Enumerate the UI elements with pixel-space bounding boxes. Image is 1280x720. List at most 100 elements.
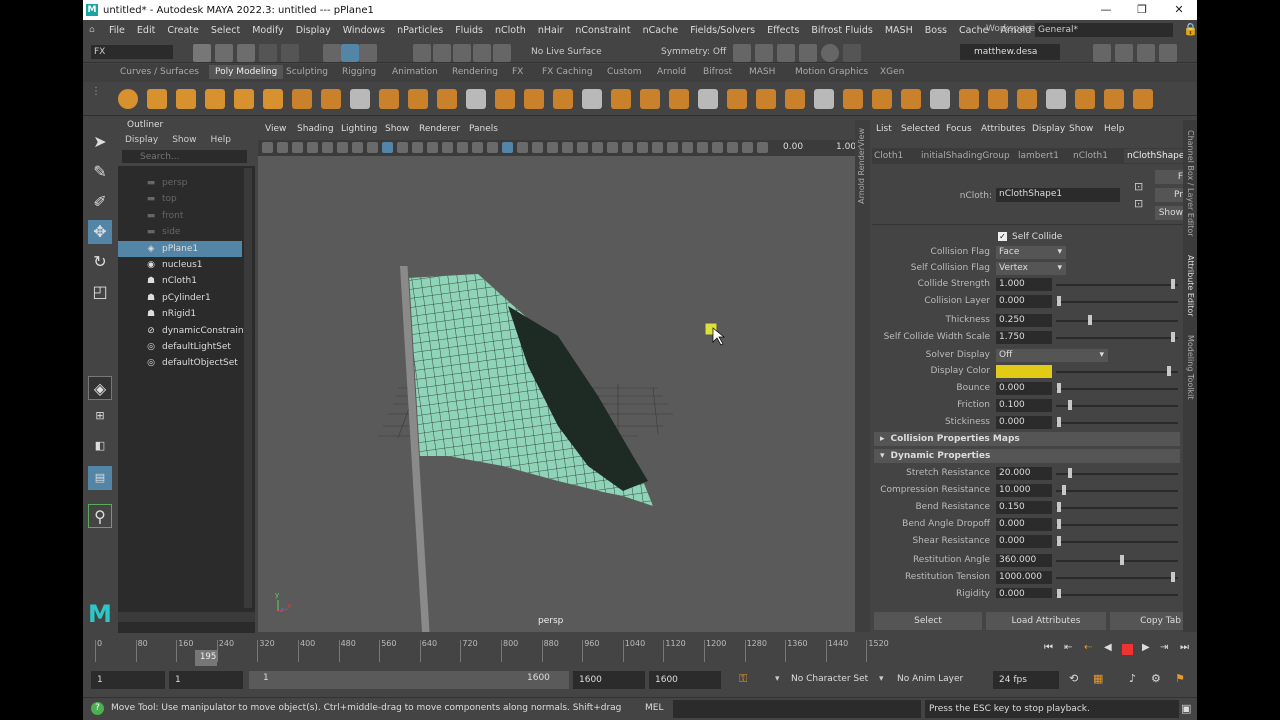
viewport-menu-shading[interactable]: Shading	[297, 124, 334, 134]
step-forward-frame-icon[interactable]: ▶	[1142, 642, 1150, 653]
torus-icon[interactable]	[234, 89, 254, 109]
shelf-tab-curves-surfaces[interactable]: Curves / Surfaces	[120, 67, 199, 77]
outliner-item-defaultlightset[interactable]: ◎ defaultLightSet	[118, 339, 242, 355]
sphere-icon[interactable]	[118, 89, 138, 109]
outliner-item-ncloth1[interactable]: ☗ nCloth1	[118, 273, 242, 289]
planar-uv-icon[interactable]	[1046, 89, 1066, 109]
stretch-resistance-field[interactable]: 20.000	[996, 467, 1052, 480]
viewport-tool-32-icon[interactable]	[727, 142, 738, 153]
help-icon[interactable]: ?	[91, 702, 104, 715]
viewport-menu-renderer[interactable]: Renderer	[419, 124, 460, 134]
shear-resistance-slider-handle[interactable]	[1057, 536, 1061, 546]
outliner-horizontal-scrollbar[interactable]	[118, 612, 255, 622]
viewport-tool-19-icon[interactable]	[532, 142, 543, 153]
self-collide-width-scale-slider[interactable]	[1056, 337, 1178, 339]
compression-resistance-field[interactable]: 10.000	[996, 484, 1052, 497]
boolean-icon[interactable]	[640, 89, 660, 109]
ae-menu-list[interactable]: List	[876, 124, 892, 134]
auto-uv-icon[interactable]	[1075, 89, 1095, 109]
menu-windows[interactable]: Windows	[337, 25, 391, 36]
display-color-swatch[interactable]	[996, 365, 1052, 378]
stickiness-field[interactable]: 0.000	[996, 416, 1052, 429]
undo-icon[interactable]	[259, 44, 277, 62]
viewport-tool-26-icon[interactable]	[637, 142, 648, 153]
viewport-tool-14-icon[interactable]	[457, 142, 468, 153]
outliner-menu-help[interactable]: Help	[210, 132, 231, 148]
viewport-tool-2-icon[interactable]	[277, 142, 288, 153]
target-weld-icon[interactable]	[988, 89, 1008, 109]
viewport-tool-23-icon[interactable]	[592, 142, 603, 153]
self-collide-checkbox[interactable]: ✓	[998, 232, 1007, 241]
collide-strength-slider-handle[interactable]	[1171, 279, 1175, 289]
shelf-tab-mash[interactable]: MASH	[749, 67, 775, 77]
mel-label[interactable]: MEL	[645, 703, 663, 713]
outliner-layout-icon[interactable]: ▤	[88, 466, 112, 490]
multi-cut-icon[interactable]	[495, 89, 515, 109]
insert-loop-icon[interactable]	[930, 89, 950, 109]
restitution-angle-field[interactable]: 360.000	[996, 554, 1052, 567]
hypershade-icon[interactable]	[799, 44, 817, 62]
attribute-editor-tab[interactable]: Attribute Editor	[1186, 255, 1195, 317]
play-backwards-icon[interactable]: ◀	[1104, 642, 1112, 653]
shear-resistance-field[interactable]: 0.000	[996, 535, 1052, 548]
cube-icon[interactable]	[147, 89, 167, 109]
menu-mash[interactable]: MASH	[879, 25, 919, 36]
viewport-tool-20-icon[interactable]	[547, 142, 558, 153]
superellipse-icon[interactable]	[379, 89, 399, 109]
save-scene-icon[interactable]	[237, 44, 255, 62]
channel-box-icon[interactable]	[1159, 44, 1177, 62]
platonic-icon[interactable]	[321, 89, 341, 109]
focus-icon[interactable]: ⊡	[1134, 180, 1143, 193]
ae-tab-cloth1[interactable]: Cloth1	[874, 151, 903, 161]
outliner-item-nrigid1[interactable]: ☗ nRigid1	[118, 306, 242, 322]
outliner-search-input[interactable]	[122, 150, 247, 163]
snap-point-icon[interactable]	[453, 44, 471, 62]
menu-boss[interactable]: Boss	[919, 25, 953, 36]
minimize-button[interactable]: —	[1088, 0, 1124, 20]
shelf-tab-bifrost[interactable]: Bifrost	[703, 67, 732, 77]
viewport-menu-show[interactable]: Show	[385, 124, 409, 134]
shelf-tab-motion-graphics[interactable]: Motion Graphics	[795, 67, 868, 77]
viewport-tool-18-icon[interactable]	[517, 142, 528, 153]
bridge-icon[interactable]	[785, 89, 805, 109]
channel-box-tab[interactable]: Channel Box / Layer Editor	[1186, 130, 1195, 237]
viewport-tool-22-icon[interactable]	[577, 142, 588, 153]
stretch-resistance-slider-handle[interactable]	[1068, 468, 1072, 478]
menu-create[interactable]: Create	[161, 25, 205, 36]
pause-icon[interactable]	[843, 44, 861, 62]
bounce-field[interactable]: 0.000	[996, 382, 1052, 395]
outliner-menu-show[interactable]: Show	[172, 132, 196, 148]
auto-key-icon[interactable]: ⚿	[739, 672, 747, 686]
thickness-field[interactable]: 0.250	[996, 314, 1052, 327]
viewport-tool-11-icon[interactable]	[412, 142, 423, 153]
bend-angle-dropoff-field[interactable]: 0.000	[996, 518, 1052, 531]
ae-menu-help[interactable]: Help	[1104, 124, 1125, 134]
shelf-options-icon[interactable]: ⋮	[91, 86, 101, 97]
select-object-icon[interactable]	[341, 44, 359, 62]
cache-playback-icon[interactable]: ▦	[1093, 672, 1103, 685]
workspace-select[interactable]: General*	[1035, 23, 1173, 37]
live-surface-label[interactable]: No Live Surface	[531, 47, 602, 57]
type-tool-icon[interactable]	[466, 89, 486, 109]
dynamic-properties-section[interactable]: ▾ Dynamic Properties	[874, 449, 1180, 463]
append-icon[interactable]	[843, 89, 863, 109]
thickness-slider[interactable]	[1056, 320, 1178, 322]
search-icon[interactable]: ⚲	[88, 504, 112, 528]
lasso-tool-icon[interactable]: ✎	[88, 160, 112, 184]
symmetry-label[interactable]: Symmetry: Off	[661, 47, 726, 57]
scale-tool-icon[interactable]: ◰	[88, 280, 112, 304]
viewport-tool-33-icon[interactable]	[742, 142, 753, 153]
ae-tab-initialshadinggroup[interactable]: initialShadingGroup	[921, 151, 1010, 161]
offset-loop-icon[interactable]	[959, 89, 979, 109]
shelf-tab-rigging[interactable]: Rigging	[342, 67, 376, 77]
shelf-tab-rendering[interactable]: Rendering	[452, 67, 498, 77]
outliner-scrollbar[interactable]	[244, 168, 252, 608]
outliner-item-pcylinder1[interactable]: ☗ pCylinder1	[118, 290, 242, 306]
outliner-item-defaultobjectset[interactable]: ◎ defaultObjectSet	[118, 355, 242, 371]
outliner-item-persp[interactable]: ▬ persp	[118, 175, 242, 191]
close-button[interactable]: ✕	[1161, 0, 1197, 20]
restitution-tension-slider[interactable]	[1056, 577, 1178, 579]
viewport-tool-24-icon[interactable]	[607, 142, 618, 153]
text-icon[interactable]	[408, 89, 428, 109]
shelf-tab-sculpting[interactable]: Sculpting	[286, 67, 328, 77]
